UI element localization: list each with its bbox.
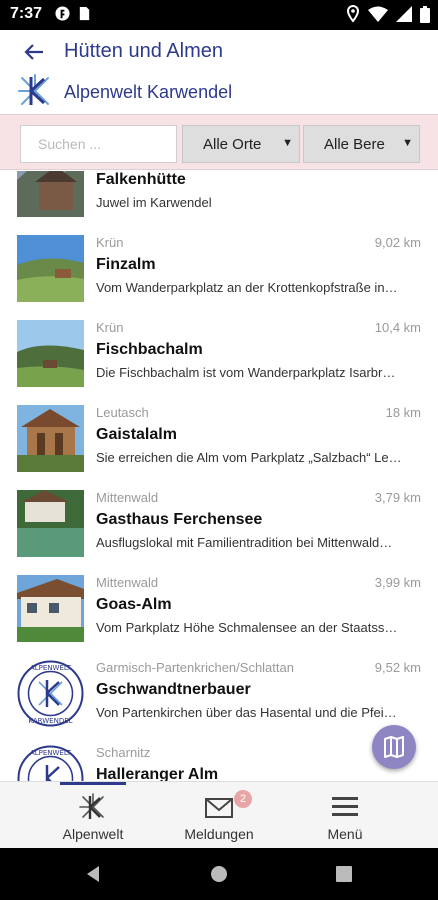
hut-thumbnail [17, 320, 84, 387]
wifi-icon [368, 6, 388, 22]
nav-label: Menü [327, 826, 363, 842]
app-notification-icon [55, 6, 70, 21]
location-icon [346, 5, 360, 23]
hut-description: Ausflugslokal mit Familientradition bei … [96, 535, 393, 550]
hut-description: Juwel im Karwendel [96, 195, 212, 210]
hut-location: Krün [96, 235, 124, 250]
sd-card-icon [79, 6, 90, 21]
nav-label: Meldungen [184, 826, 254, 842]
hut-description: Vom Parkplatz Höhe Schmalensee an der St… [96, 620, 398, 635]
hut-name: Gschwandtnerbauer [96, 681, 251, 698]
alpenwelt-seal-logo: ALPENWELT [17, 745, 84, 781]
seal-text-top: ALPENWELT [30, 749, 72, 757]
hut-list: Falkenhütte Juwel im Karwendel Krün 9,02… [0, 171, 438, 781]
map-button[interactable] [372, 725, 416, 769]
system-navigation-bar [0, 848, 438, 900]
back-arrow-icon[interactable] [22, 40, 46, 64]
hut-name: Gaistalalm [96, 426, 177, 443]
hut-description: Von Partenkirchen über das Hasental und … [96, 705, 397, 720]
hut-thumbnail [17, 171, 84, 217]
seal-text-bottom: KARWENDEL [28, 717, 72, 725]
list-item[interactable]: Falkenhütte Juwel im Karwendel [0, 171, 438, 235]
hut-location: Leutasch [96, 405, 149, 420]
status-bar: 7:37 [0, 0, 438, 30]
list-item[interactable]: Leutasch 18 km Gaistalalm Sie erreichen … [0, 405, 438, 490]
page-title: Hütten und Almen [64, 40, 223, 62]
status-time: 7:37 [10, 5, 43, 22]
filter-bar: Suchen ... Alle Orte ▼ Alle Bere ▼ [0, 114, 438, 170]
hut-distance: 10,4 km [374, 320, 421, 335]
list-item[interactable]: Krün 10,4 km Fischbachalm Die Fischbacha… [0, 320, 438, 405]
hut-distance: 18 km [385, 405, 421, 420]
hut-name: Gasthaus Ferchensee [96, 511, 263, 528]
hut-location: Mittenwald [96, 575, 159, 590]
nav-item-menu[interactable]: Menü [290, 790, 400, 846]
hut-location: Mittenwald [96, 490, 159, 505]
hut-name: Halleranger Alm [96, 766, 219, 781]
home-nav-icon[interactable] [210, 865, 228, 883]
hut-distance: 9,02 km [374, 235, 421, 250]
hut-thumbnail [17, 490, 84, 557]
hut-distance: 3,79 km [374, 490, 421, 505]
list-item[interactable]: Mittenwald 3,99 km Goas-Alm Vom Parkplat… [0, 575, 438, 660]
map-icon [384, 736, 404, 758]
hut-location: Scharnitz [96, 745, 151, 760]
hut-description: Vom Wanderparkplatz an der Krottenkopfst… [96, 280, 398, 295]
signal-icon [396, 6, 412, 22]
nav-item-meldungen[interactable]: 2 Meldungen [164, 790, 274, 846]
hut-description: Sie erreichen die Alm vom Parkplatz „Sal… [96, 450, 402, 465]
region-select-label: Alle Bere [324, 136, 385, 153]
dropdown-arrow-icon: ▼ [402, 137, 413, 149]
hut-name: Goas-Alm [96, 596, 172, 613]
active-tab-indicator [60, 782, 126, 785]
bottom-navigation: Alpenwelt 2 Meldungen Menü [0, 781, 438, 848]
nav-label: Alpenwelt [62, 826, 124, 842]
hut-name: Finzalm [96, 256, 156, 273]
brand-name: Alpenwelt Karwendel [64, 82, 233, 102]
list-item[interactable]: Krün 9,02 km Finzalm Vom Wanderparkplatz… [0, 235, 438, 320]
hut-distance: 3,99 km [374, 575, 421, 590]
hut-thumbnail [17, 575, 84, 642]
hut-thumbnail [17, 405, 84, 472]
search-input[interactable]: Suchen ... [20, 125, 177, 163]
location-select[interactable]: Alle Orte ▼ [182, 125, 300, 163]
hut-name: Fischbachalm [96, 341, 203, 358]
hamburger-menu-icon [332, 797, 358, 816]
alpenwelt-seal-logo: ALPENWELT KARWENDEL [17, 660, 84, 727]
hut-location: Garmisch-Partenkrichen/Schlattan [96, 660, 294, 675]
notification-badge: 2 [234, 790, 252, 808]
dropdown-arrow-icon: ▼ [282, 137, 293, 149]
location-select-label: Alle Orte [203, 136, 262, 153]
region-select[interactable]: Alle Bere ▼ [303, 125, 420, 163]
recents-nav-icon[interactable] [336, 866, 352, 882]
hut-description: Die Fischbachalm ist vom Wanderparkplatz… [96, 365, 396, 380]
battery-icon [420, 5, 430, 23]
alpenwelt-logo-icon [18, 74, 49, 105]
nav-item-alpenwelt[interactable]: Alpenwelt [38, 790, 148, 846]
seal-text-top: ALPENWELT [30, 664, 72, 672]
hut-name: Falkenhütte [96, 171, 186, 188]
app-header: Hütten und Almen Alpenwelt Karwendel [0, 30, 438, 114]
hut-location: Krün [96, 320, 124, 335]
back-nav-icon[interactable] [84, 865, 102, 883]
envelope-icon [205, 798, 233, 818]
list-item[interactable]: Mittenwald 3,79 km Gasthaus Ferchensee A… [0, 490, 438, 575]
hut-thumbnail [17, 235, 84, 302]
alpenwelt-icon [79, 793, 104, 819]
hut-distance: 9,52 km [374, 660, 421, 675]
